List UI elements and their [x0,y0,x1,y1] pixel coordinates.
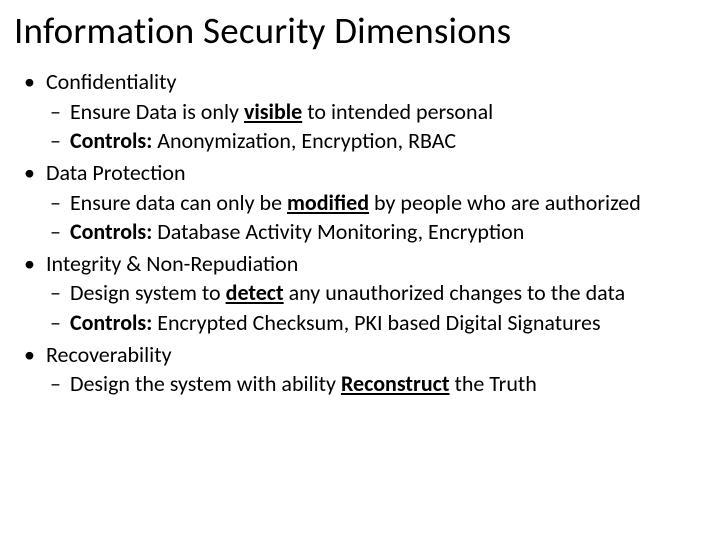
sub-list-item: Controls: Database Activity Monitoring, … [72,218,706,247]
sub-list-item: Ensure data can only be modified by peop… [72,189,706,218]
sub-list-item-text: Design the system with ability Reconstru… [72,370,537,397]
sub-list: Design system to detect any unauthorized… [42,279,706,337]
sub-list: Ensure Data is only visible to intended … [42,98,706,156]
sub-list-item: Ensure Data is only visible to intended … [72,98,706,127]
list-item-label: Data Protection [42,159,186,186]
sub-list-item-text: Ensure Data is only visible to intended … [72,98,493,125]
list-item: Confidentiality Ensure Data is only visib… [42,67,706,156]
sub-list-item-text: Design system to detect any unauthorized… [72,279,625,306]
sub-list: Ensure data can only be modified by peop… [42,189,706,247]
list-item: Integrity & Non-RepudiationDesign system… [42,249,706,338]
sub-list-item: Design system to detect any unauthorized… [72,279,706,308]
bullet-list: Confidentiality Ensure Data is only visib… [14,67,706,399]
list-item-label: Confidentiality [42,68,176,95]
sub-list-item: Controls: Anonymization, Encryption, RBA… [72,127,706,156]
list-item-label: Recoverability [42,341,172,368]
list-item-label: Integrity & Non-Repudiation [42,250,298,277]
page-title: Information Security Dimensions [14,8,706,53]
list-item: RecoverabilityDesign the system with abi… [42,340,706,399]
sub-list-item-text: Controls: Encrypted Checksum, PKI based … [72,309,601,336]
sub-list-item: Controls: Encrypted Checksum, PKI based … [72,309,706,338]
sub-list: Design the system with ability Reconstru… [42,370,706,399]
sub-list-item-text: Controls: Anonymization, Encryption, RBA… [72,127,456,154]
sub-list-item: Design the system with ability Reconstru… [72,370,706,399]
sub-list-item-text: Controls: Database Activity Monitoring, … [72,218,524,245]
sub-list-item-text: Ensure data can only be modified by peop… [72,189,641,216]
list-item: Data Protection Ensure data can only be m… [42,158,706,247]
